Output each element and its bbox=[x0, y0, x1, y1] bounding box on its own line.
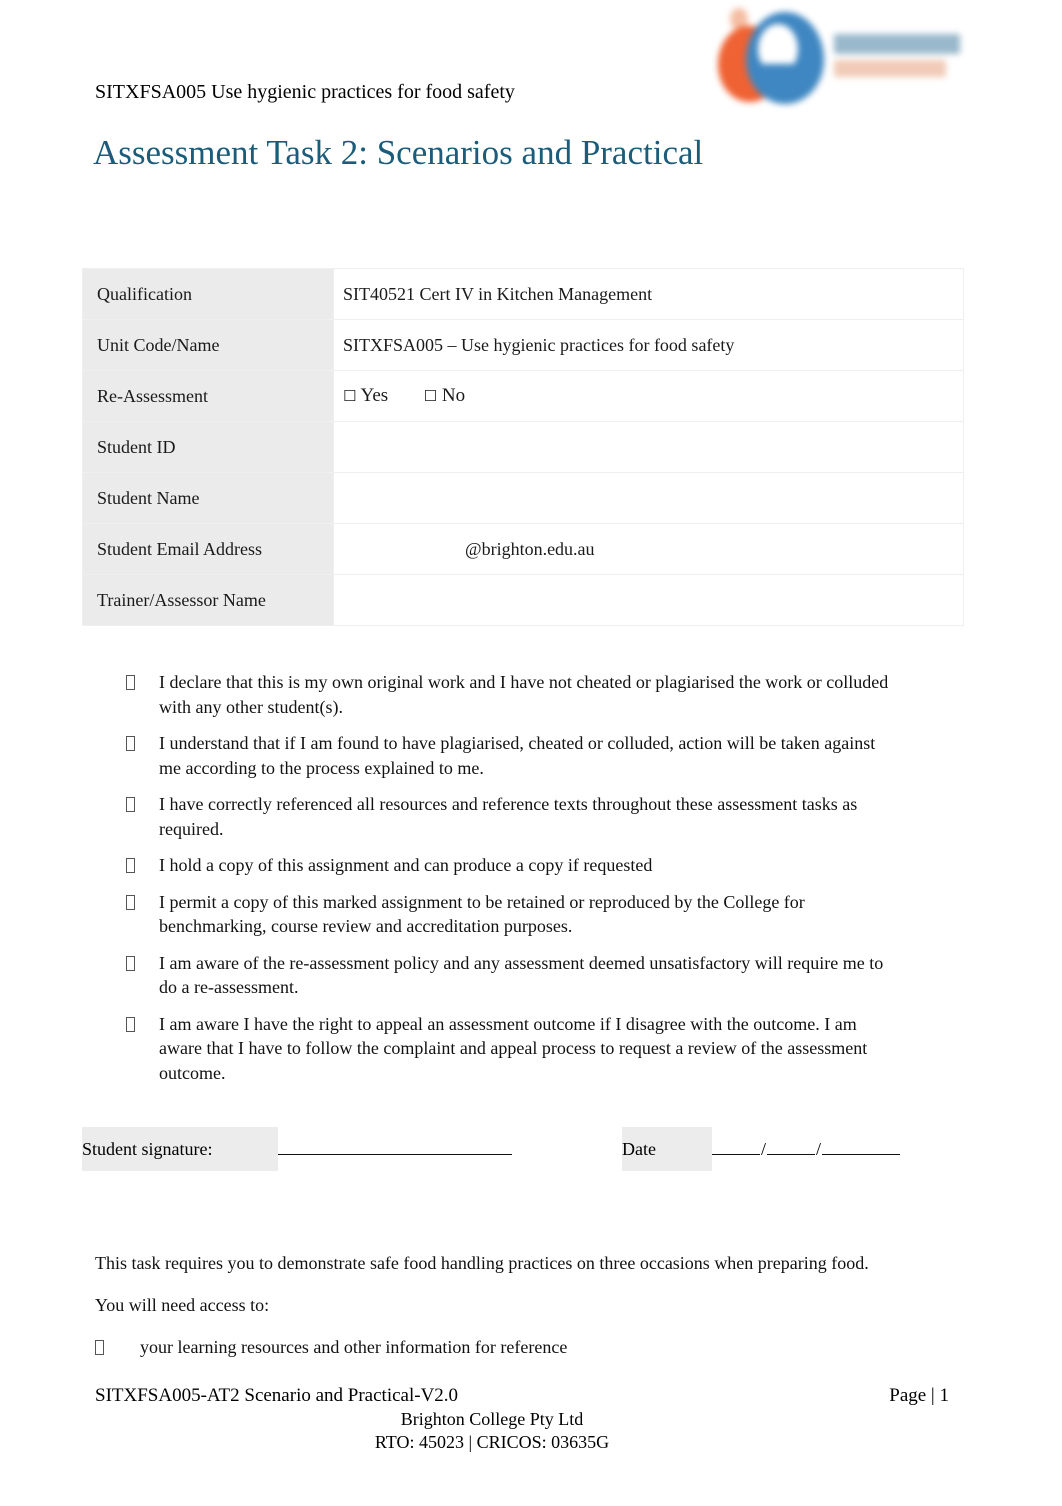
row-value-re-assessment: ☐ Yes ☐ No bbox=[333, 370, 964, 422]
bullet-icon bbox=[95, 1340, 104, 1355]
footer-company: Brighton College Pty Ltd bbox=[400, 1409, 584, 1429]
student-details-table: Qualification SIT40521 Cert IV in Kitche… bbox=[82, 268, 964, 626]
declaration-text: I am aware of the re-assessment policy a… bbox=[159, 952, 884, 998]
date-input[interactable]: / / bbox=[712, 1127, 964, 1171]
table-row: Student signature: Date / / bbox=[82, 1127, 964, 1171]
table-row: Student ID bbox=[82, 421, 964, 473]
date-separator-1: / bbox=[761, 1138, 767, 1159]
date-month-line bbox=[767, 1140, 816, 1155]
checkbox-yes-label: Yes bbox=[360, 385, 389, 406]
brighton-college-logo bbox=[706, 4, 964, 112]
declaration-text: I hold a copy of this assignment and can… bbox=[159, 855, 653, 875]
row-value-qualification[interactable]: SIT40521 Cert IV in Kitchen Management bbox=[333, 268, 964, 320]
bullet-icon bbox=[126, 894, 135, 910]
row-value-unit-code[interactable]: SITXFSA005 – Use hygienic practices for … bbox=[333, 319, 964, 371]
bullet-icon bbox=[126, 797, 135, 812]
row-value-student-id[interactable] bbox=[333, 421, 964, 473]
declaration-list: I declare that this is my own original w… bbox=[126, 670, 896, 1097]
task-intro-block: This task requires you to demonstrate sa… bbox=[95, 1251, 895, 1359]
table-row: Qualification SIT40521 Cert IV in Kitche… bbox=[82, 268, 964, 320]
access-item-text: your learning resources and other inform… bbox=[140, 1337, 568, 1357]
unit-header-line: SITXFSA005 Use hygienic practices for fo… bbox=[95, 81, 515, 103]
list-item: I am aware of the re-assessment policy a… bbox=[126, 951, 896, 1000]
access-intro: You will need access to: bbox=[95, 1295, 270, 1315]
task-description: This task requires you to demonstrate sa… bbox=[95, 1253, 869, 1273]
bullet-icon bbox=[126, 1016, 135, 1032]
list-item: I am aware I have the right to appeal an… bbox=[126, 1012, 896, 1086]
list-item: I permit a copy of this marked assignmen… bbox=[126, 890, 896, 939]
student-email-suffix: @brighton.edu.au bbox=[465, 538, 595, 559]
document-page: SITXFSA005 Use hygienic practices for fo… bbox=[0, 0, 1062, 1506]
bullet-icon bbox=[126, 736, 135, 751]
row-label-student-id: Student ID bbox=[82, 421, 334, 473]
table-row: Re-Assessment ☐ Yes ☐ No bbox=[82, 370, 964, 422]
signature-input[interactable] bbox=[278, 1127, 622, 1171]
date-separator-2: / bbox=[816, 1138, 822, 1159]
row-value-student-name[interactable] bbox=[333, 472, 964, 524]
row-value-student-email[interactable]: @brighton.edu.au bbox=[333, 523, 964, 575]
declaration-text: I understand that if I am found to have … bbox=[159, 733, 876, 778]
signature-row: Student signature: Date / / bbox=[82, 1127, 964, 1171]
logo-blue-bottom bbox=[758, 64, 802, 102]
date-label: Date bbox=[622, 1127, 712, 1171]
declaration-text: I declare that this is my own original w… bbox=[159, 672, 889, 717]
list-item: I hold a copy of this assignment and can… bbox=[126, 853, 896, 878]
signature-line bbox=[278, 1140, 512, 1155]
declaration-text: I permit a copy of this marked assignmen… bbox=[159, 891, 805, 937]
checkbox-no-label: No bbox=[441, 385, 466, 406]
row-label-qualification: Qualification bbox=[82, 268, 334, 320]
footer-doc-ref: SITXFSA005-AT2 Scenario and Practical-V2… bbox=[95, 1385, 459, 1406]
list-item: I understand that if I am found to have … bbox=[126, 731, 896, 780]
footer-page-number: Page | 1 bbox=[889, 1385, 949, 1406]
date-year-line bbox=[822, 1140, 901, 1155]
row-label-trainer-name: Trainer/Assessor Name bbox=[82, 574, 334, 626]
table-row: Unit Code/Name SITXFSA005 – Use hygienic… bbox=[82, 319, 964, 371]
table-row: Trainer/Assessor Name bbox=[82, 574, 964, 626]
declaration-text: I have correctly referenced all resource… bbox=[159, 794, 858, 839]
row-value-trainer-name[interactable] bbox=[333, 574, 964, 626]
list-item: your learning resources and other inform… bbox=[95, 1335, 895, 1359]
row-label-unit-code: Unit Code/Name bbox=[82, 319, 334, 371]
date-day-line bbox=[712, 1140, 760, 1155]
row-label-re-assessment: Re-Assessment bbox=[82, 370, 334, 422]
table-row: Student Name bbox=[82, 472, 964, 524]
declaration-text: I am aware I have the right to appeal an… bbox=[159, 1013, 868, 1083]
list-item: I have correctly referenced all resource… bbox=[126, 792, 896, 841]
row-label-student-name: Student Name bbox=[82, 472, 334, 524]
signature-label: Student signature: bbox=[82, 1127, 278, 1171]
checkbox-no[interactable]: ☐ bbox=[424, 387, 437, 405]
row-label-student-email: Student Email Address bbox=[82, 523, 334, 575]
footer-top-row: SITXFSA005-AT2 Scenario and Practical-V2… bbox=[95, 1385, 949, 1407]
bullet-icon bbox=[126, 858, 135, 873]
logo-wordmark-primary bbox=[834, 34, 960, 54]
table-row: Student Email Address @brighton.edu.au bbox=[82, 523, 964, 575]
footer-registration: RTO: 45023 | CRICOS: 03635G bbox=[374, 1432, 610, 1452]
page-footer: SITXFSA005-AT2 Scenario and Practical-V2… bbox=[95, 1385, 949, 1453]
checkbox-yes[interactable]: ☐ bbox=[343, 387, 356, 405]
logo-mark-icon bbox=[706, 4, 832, 112]
page-title: Assessment Task 2: Scenarios and Practic… bbox=[93, 133, 704, 172]
list-item: I declare that this is my own original w… bbox=[126, 670, 896, 719]
bullet-icon bbox=[126, 955, 135, 971]
bullet-icon bbox=[126, 675, 135, 690]
logo-wordmark-secondary bbox=[834, 60, 946, 77]
